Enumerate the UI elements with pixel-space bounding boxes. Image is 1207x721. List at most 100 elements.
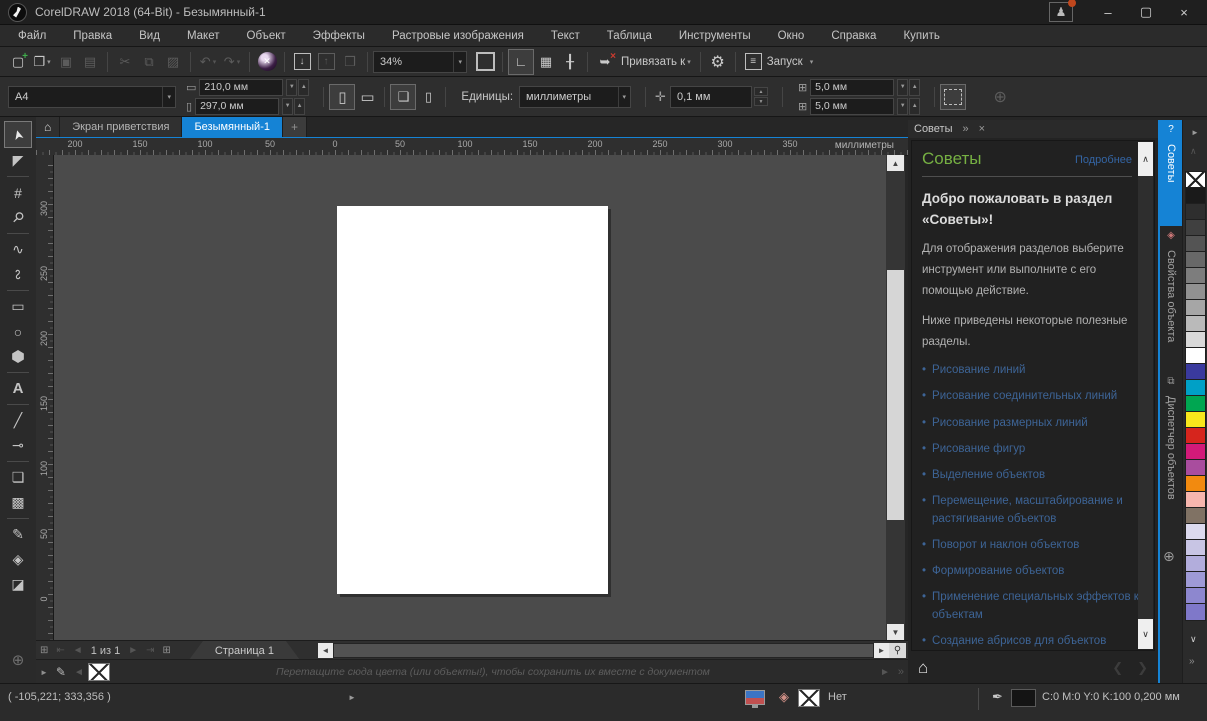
docker-tab-object-properties[interactable]: ◈ Свойства объекта <box>1160 226 1182 370</box>
scroll-left-button[interactable]: ◄ <box>318 643 333 658</box>
menu-item[interactable]: Макет <box>187 30 220 42</box>
hint-link[interactable]: •Рисование линий <box>922 362 1140 379</box>
toolbox-tool[interactable] <box>5 369 31 376</box>
toolbox-tool[interactable]: ◤ <box>5 148 31 173</box>
hint-link[interactable]: •Рисование размерных линий <box>922 415 1140 432</box>
color-swatch[interactable] <box>1186 204 1205 220</box>
toolbox-tool[interactable]: ❏ <box>5 465 31 490</box>
hint-link[interactable]: •Создание абрисов для объектов <box>922 633 1140 650</box>
nudge-field[interactable]: 0,1 мм <box>670 86 752 108</box>
palette-scroll-down-icon[interactable]: ∨ <box>1190 634 1197 645</box>
toolbox-tool[interactable]: ○ <box>5 319 31 344</box>
more-link[interactable]: Подробнее <box>1075 154 1132 166</box>
color-swatch[interactable] <box>1186 348 1205 364</box>
new-tab-button[interactable]: + <box>283 117 307 137</box>
menu-item[interactable]: Таблица <box>607 30 652 42</box>
palette-flyout-icon[interactable]: ► <box>1191 128 1199 137</box>
welcome-home-tab[interactable]: ⌂ <box>36 117 60 137</box>
scroll-down-button[interactable]: ▼ <box>887 624 904 640</box>
fill-color-icon[interactable]: ◈ <box>779 689 789 705</box>
toolbox-tool[interactable]: ∾ <box>5 262 31 287</box>
customize-toolbox-button[interactable]: ⊕ <box>12 651 25 669</box>
units-combo[interactable]: миллиметры▾ <box>519 86 631 108</box>
toolbox-tool[interactable] <box>5 458 31 465</box>
toolbox-tool[interactable]: ▩ <box>5 490 31 515</box>
hint-link[interactable]: •Рисование фигур <box>922 441 1140 458</box>
snap-off-button[interactable]: ➥× <box>593 50 617 74</box>
close-button[interactable]: × <box>1167 2 1201 22</box>
save-button[interactable]: ▣ <box>54 50 78 74</box>
toolbox-tool[interactable]: ╱ <box>5 408 31 433</box>
menu-item[interactable]: Купить <box>903 30 939 42</box>
toolbox-tool[interactable] <box>5 230 31 237</box>
menu-item[interactable]: Эффекты <box>313 30 365 42</box>
color-swatch[interactable] <box>1186 364 1205 380</box>
hint-link[interactable]: •Рисование соединительных линий <box>922 388 1140 405</box>
status-flyout-icon[interactable]: ► <box>348 693 356 702</box>
outline-color-swatch[interactable] <box>1011 689 1036 707</box>
quick-customize-button[interactable]: ⊕ <box>1163 548 1175 565</box>
scroll-right-button[interactable]: ► <box>874 643 889 658</box>
spin-down-icon[interactable]: ▼ <box>286 79 297 96</box>
new-document-button[interactable]: ▢+ <box>6 50 30 74</box>
more-icon[interactable]: » <box>898 666 904 678</box>
chevron-down-icon[interactable]: ▾ <box>618 87 631 107</box>
open-button[interactable]: ❐▾ <box>30 50 54 74</box>
snap-to-dropdown[interactable]: Привязать к▾ <box>617 50 695 74</box>
collapse-docker-icon[interactable]: » <box>962 123 968 135</box>
flyout-icon[interactable]: ► <box>40 668 48 677</box>
duplicate-y-field[interactable]: 5,0 мм <box>810 98 894 115</box>
toolbox-tool[interactable]: ◪ <box>5 572 31 597</box>
scroll-up-button[interactable]: ▲ <box>887 155 904 171</box>
palette-expand-icon[interactable]: » <box>1189 656 1195 667</box>
color-swatch[interactable] <box>1186 268 1205 284</box>
menu-item[interactable]: Текст <box>551 30 580 42</box>
menu-item[interactable]: Окно <box>778 30 805 42</box>
no-color-swatch[interactable] <box>88 663 110 681</box>
color-swatch[interactable] <box>1186 332 1205 348</box>
fullscreen-preview-button[interactable] <box>473 50 497 74</box>
close-docker-icon[interactable]: × <box>979 123 985 135</box>
document-page[interactable] <box>337 206 608 594</box>
page-width-field[interactable]: 210,0 мм <box>199 79 283 96</box>
eyedropper-icon[interactable]: ✎ <box>56 665 66 679</box>
paste-button[interactable]: ▨ <box>161 50 185 74</box>
color-swatch[interactable] <box>1186 604 1205 620</box>
hints-home-button[interactable]: ⌂ <box>918 658 928 678</box>
scroll-down-button[interactable]: ∨ <box>1138 619 1153 649</box>
toolbox-tool[interactable] <box>5 515 31 522</box>
toolbox-tool[interactable]: ⊸ <box>5 433 31 458</box>
chevron-down-icon[interactable]: ▾ <box>453 52 466 72</box>
vertical-scroll-thumb[interactable] <box>887 270 904 520</box>
tab-document[interactable]: Безымянный-1 <box>182 117 283 137</box>
publish-pdf-button[interactable]: ❒ <box>338 50 362 74</box>
chevron-down-icon[interactable]: ▾ <box>162 87 175 107</box>
spin-down-icon[interactable]: ▼ <box>754 97 768 106</box>
redo-button[interactable]: ↷▾ <box>220 50 244 74</box>
color-swatch[interactable] <box>1186 188 1205 204</box>
copy-button[interactable]: ⧉ <box>137 50 161 74</box>
color-swatch[interactable] <box>1186 428 1205 444</box>
hint-link[interactable]: •Перемещение, масштабирование и растягив… <box>922 493 1140 528</box>
color-swatch[interactable] <box>1186 540 1205 556</box>
toolbox-tool[interactable] <box>5 173 31 180</box>
duplicate-x-field[interactable]: 5,0 мм <box>810 79 894 96</box>
color-swatch[interactable] <box>1186 556 1205 572</box>
menu-item[interactable]: Объект <box>247 30 286 42</box>
docker-scrollbar[interactable]: ∧ ∨ <box>1138 142 1153 649</box>
color-swatch[interactable] <box>1186 396 1205 412</box>
menu-item[interactable]: Инструменты <box>679 30 751 42</box>
export-button[interactable]: ↑ <box>314 50 338 74</box>
spin-up-icon[interactable]: ▲ <box>909 79 920 96</box>
spin-down-icon[interactable]: ▼ <box>282 98 293 115</box>
current-page-button[interactable]: ▯ <box>416 85 440 109</box>
add-page-button[interactable]: ⊞ <box>40 645 48 656</box>
previous-page-button[interactable]: ◄ <box>73 645 83 656</box>
spin-up-icon[interactable]: ▲ <box>754 87 768 96</box>
hint-link[interactable]: •Поворот и наклон объектов <box>922 537 1140 554</box>
treat-as-filled-button[interactable] <box>940 84 966 110</box>
cut-button[interactable]: ✂ <box>113 50 137 74</box>
toolbox-tool[interactable]: ⚲ <box>5 205 31 230</box>
color-swatch[interactable] <box>1186 572 1205 588</box>
next-page-button[interactable]: ► <box>128 645 138 656</box>
